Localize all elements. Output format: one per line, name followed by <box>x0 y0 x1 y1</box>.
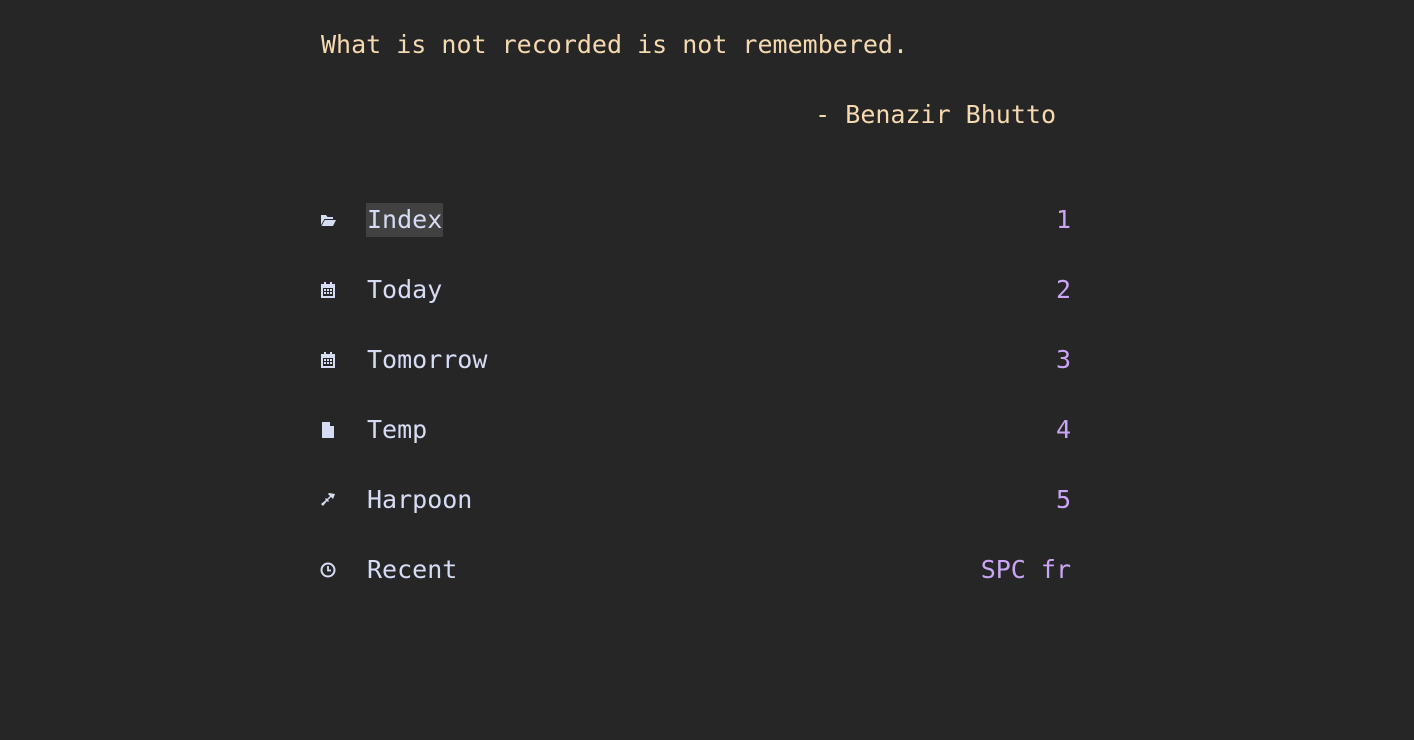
header-quote: What is not recorded is not remembered. <box>321 30 908 59</box>
menu-item-shortcut: 2 <box>1055 275 1071 304</box>
menu-item-shortcut: SPC fr <box>980 555 1071 584</box>
menu-item-shortcut: 1 <box>1055 205 1071 234</box>
menu-item-harpoon[interactable]: Harpoon 5 <box>320 482 1071 518</box>
menu-item-label: Index <box>366 203 444 237</box>
menu-item-label: Harpoon <box>367 485 473 514</box>
menu-item-temp[interactable]: Temp 4 <box>320 412 1071 448</box>
menu-item-shortcut: 4 <box>1055 415 1071 444</box>
clock-icon <box>320 562 336 578</box>
harpoon-icon <box>320 492 336 508</box>
menu-item-shortcut: 3 <box>1055 345 1071 374</box>
menu-item-recent[interactable]: Recent SPC fr <box>320 552 1071 588</box>
menu-item-today[interactable]: Today 2 <box>320 272 1071 308</box>
header-quote-author: - Benazir Bhutto <box>815 100 1056 129</box>
menu-item-label: Temp <box>367 415 428 444</box>
calendar-icon <box>320 282 336 298</box>
menu-item-index[interactable]: Index 1 <box>320 202 1071 238</box>
menu-item-shortcut: 5 <box>1055 485 1071 514</box>
menu-item-tomorrow[interactable]: Tomorrow 3 <box>320 342 1071 378</box>
menu-item-label: Tomorrow <box>367 345 488 374</box>
folder-open-icon <box>320 212 336 228</box>
menu-item-label: Recent <box>367 555 458 584</box>
calendar-icon <box>320 352 336 368</box>
menu-item-label: Today <box>367 275 443 304</box>
file-icon <box>320 422 336 438</box>
